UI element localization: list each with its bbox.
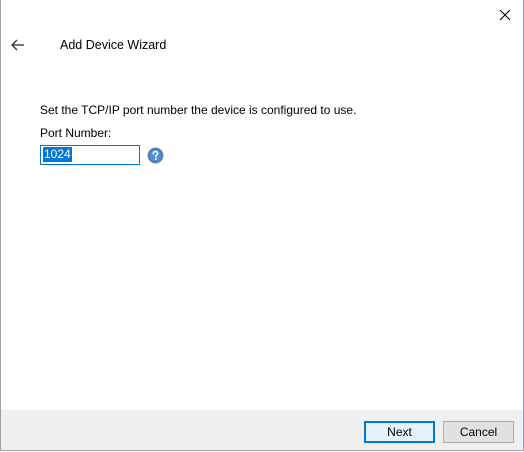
back-arrow-icon — [11, 39, 24, 51]
instruction-text: Set the TCP/IP port number the device is… — [40, 103, 357, 117]
wizard-title: Add Device Wizard — [60, 38, 167, 52]
wizard-window: Add Device Wizard Set the TCP/IP port nu… — [0, 0, 524, 451]
close-button[interactable] — [493, 5, 517, 25]
close-icon — [499, 9, 511, 21]
cancel-button[interactable]: Cancel — [443, 421, 514, 443]
back-button[interactable] — [7, 35, 29, 55]
help-icon — [147, 147, 164, 164]
help-button[interactable] — [147, 147, 164, 164]
port-number-value: 1024 — [43, 147, 72, 162]
port-number-input[interactable]: 1024 — [40, 145, 140, 165]
port-number-label: Port Number: — [40, 126, 112, 140]
next-button[interactable]: Next — [364, 421, 435, 443]
